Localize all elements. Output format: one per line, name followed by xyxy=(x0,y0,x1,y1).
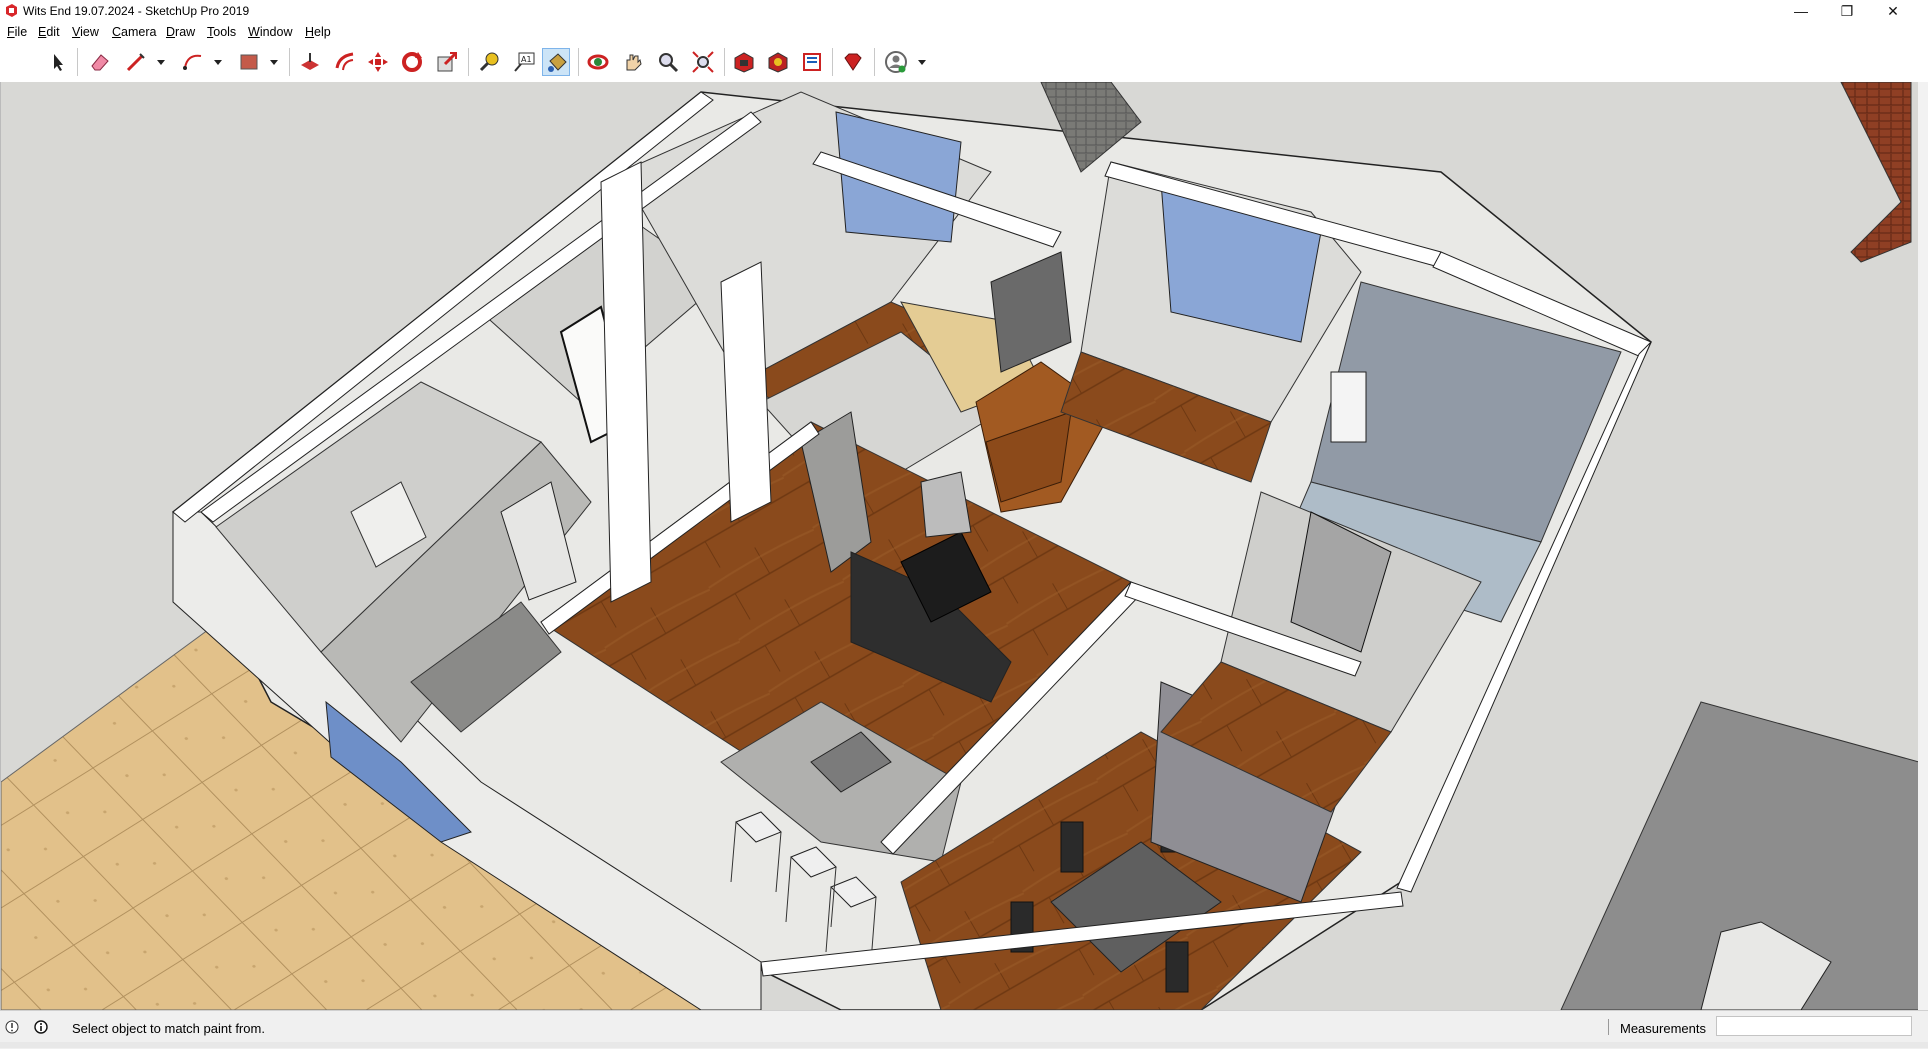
house-model xyxy=(1,82,1919,1010)
toolbar-separator xyxy=(77,48,78,76)
menu-window[interactable]: Window xyxy=(248,25,292,39)
taskbar-strip xyxy=(0,1042,1928,1048)
zoom-icon[interactable] xyxy=(654,48,682,76)
paint-bucket-icon[interactable] xyxy=(542,48,570,76)
rectangle-dropdown-icon[interactable] xyxy=(269,56,279,66)
menu-view[interactable]: View xyxy=(72,25,99,39)
viewport-edge xyxy=(1918,82,1928,1010)
account-dropdown-icon[interactable] xyxy=(917,56,927,66)
ruby-icon[interactable] xyxy=(839,48,867,76)
sketchup-app-icon xyxy=(6,4,17,17)
tape-measure-icon[interactable] xyxy=(475,48,503,76)
info-icon[interactable] xyxy=(34,1020,48,1034)
select-icon[interactable] xyxy=(44,48,72,76)
window-title: Wits End 19.07.2024 - SketchUp Pro 2019 xyxy=(23,4,250,18)
menu-file[interactable]: File xyxy=(7,25,27,39)
text-icon[interactable]: A1 xyxy=(510,48,538,76)
zoom-extents-icon[interactable] xyxy=(689,48,717,76)
menu-camera[interactable]: Camera xyxy=(112,25,156,39)
toolbar-separator xyxy=(832,48,833,76)
toolbar-separator xyxy=(578,48,579,76)
rectangle-icon[interactable] xyxy=(235,48,263,76)
eraser-icon[interactable] xyxy=(86,48,114,76)
measurements-input[interactable] xyxy=(1716,1016,1912,1036)
move-icon[interactable] xyxy=(364,48,392,76)
close-button[interactable]: ✕ xyxy=(1870,0,1916,22)
offset-icon[interactable] xyxy=(331,48,359,76)
rotate-icon[interactable] xyxy=(398,48,426,76)
menu-bar: File Edit View Camera Draw Tools Window … xyxy=(0,22,1928,42)
geolocation-icon[interactable] xyxy=(5,1020,19,1034)
main-toolbar: A1 xyxy=(0,42,1928,83)
status-divider xyxy=(1608,1019,1609,1035)
chimney-roof xyxy=(1840,82,1912,263)
menu-edit[interactable]: Edit xyxy=(38,25,60,39)
line-icon[interactable] xyxy=(122,48,150,76)
measurements-label: Measurements xyxy=(1620,1021,1706,1036)
boiler xyxy=(1330,371,1367,443)
push-pull-icon[interactable] xyxy=(296,48,324,76)
title-bar: Wits End 19.07.2024 - SketchUp Pro 2019 … xyxy=(0,0,1928,22)
menu-tools[interactable]: Tools xyxy=(207,25,236,39)
toolbar-separator xyxy=(289,48,290,76)
toolbar-separator xyxy=(724,48,725,76)
toolbar-separator xyxy=(874,48,875,76)
line-dropdown-icon[interactable] xyxy=(156,56,166,66)
layout-icon[interactable] xyxy=(798,48,826,76)
menu-help[interactable]: Help xyxy=(305,25,331,39)
svg-text:A1: A1 xyxy=(521,55,532,64)
arc-icon[interactable] xyxy=(179,48,207,76)
modeling-viewport[interactable] xyxy=(0,82,1919,1010)
scale-icon[interactable] xyxy=(433,48,461,76)
status-message: Select object to match paint from. xyxy=(72,1021,265,1036)
menu-draw[interactable]: Draw xyxy=(166,25,195,39)
3d-warehouse-icon[interactable] xyxy=(730,48,758,76)
minimize-button[interactable]: — xyxy=(1778,0,1824,22)
account-icon[interactable] xyxy=(882,48,910,76)
pan-icon[interactable] xyxy=(619,48,647,76)
extension-warehouse-icon[interactable] xyxy=(764,48,792,76)
maximize-button[interactable]: ❐ xyxy=(1824,0,1870,22)
orbit-icon[interactable] xyxy=(584,48,612,76)
toolbar-separator xyxy=(468,48,469,76)
arc-dropdown-icon[interactable] xyxy=(213,56,223,66)
